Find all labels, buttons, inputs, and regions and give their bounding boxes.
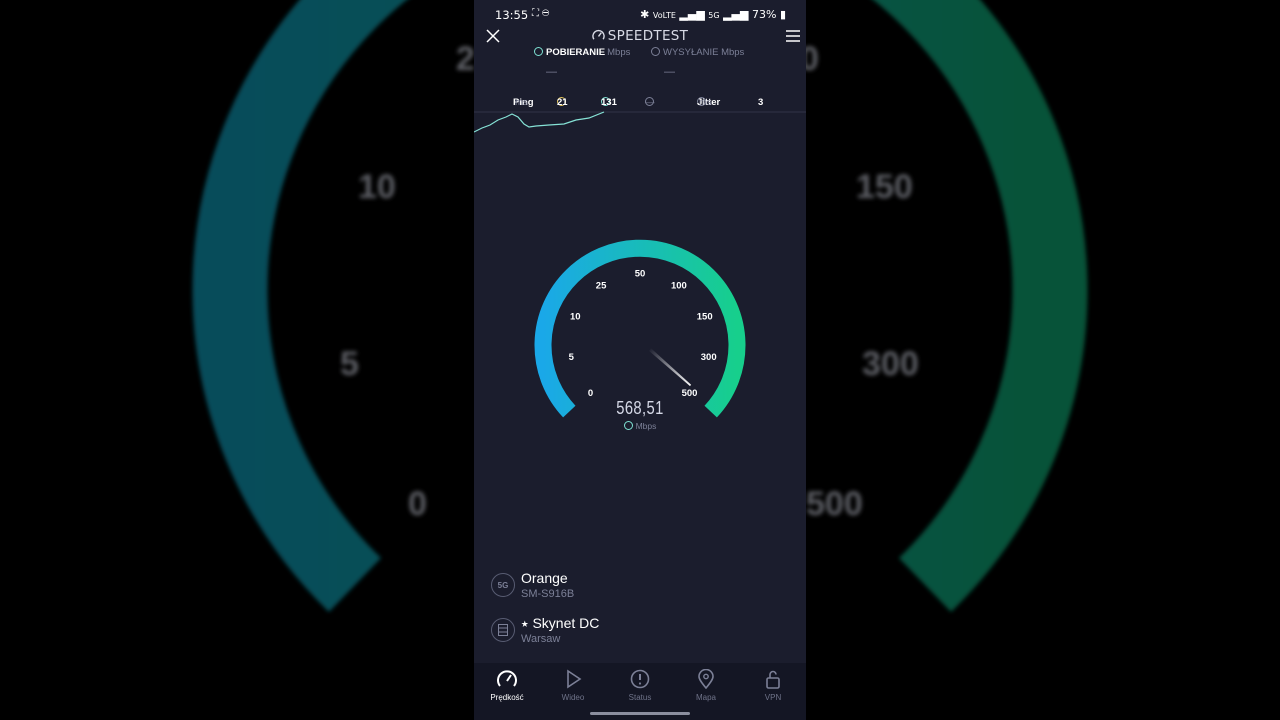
download-arrow-icon	[534, 47, 543, 56]
jitter-value: 3	[758, 97, 764, 108]
current-speed-unit: Mbps	[474, 421, 806, 431]
server-row[interactable]: ⭑ Skynet DC Warsaw	[491, 615, 791, 649]
download-value: —	[546, 66, 557, 78]
download-arrow-icon	[623, 421, 633, 430]
gauge-tick-label: 5	[569, 352, 575, 363]
app-title: SPEEDTEST	[474, 28, 806, 44]
device-model: SM-S916B	[521, 588, 575, 600]
nav-video[interactable]: Wideo	[543, 667, 603, 707]
gauge-tick-label: 300	[701, 352, 717, 363]
gauge-needle	[649, 348, 692, 387]
speedometer-icon	[497, 670, 517, 687]
gauge-tick-label: 100	[671, 280, 687, 291]
home-indicator[interactable]	[590, 712, 690, 715]
upload-value: —	[664, 66, 675, 78]
server-name: ⭑ Skynet DC	[521, 615, 600, 631]
status-time: 13:55	[495, 8, 529, 22]
bg-tick-5: 5	[340, 345, 359, 383]
bg-tick-150: 150	[856, 168, 913, 206]
nav-speed[interactable]: Prędkość	[477, 667, 537, 707]
menu-icon[interactable]	[785, 28, 801, 44]
play-icon	[567, 669, 582, 689]
favorite-star-icon: ⭑	[521, 615, 529, 631]
gauge-tick-label: 50	[635, 269, 646, 280]
bluetooth-icon: ✱	[640, 8, 650, 21]
bg-tick-500: 500	[806, 485, 863, 523]
dnd-icon: ⊖	[541, 8, 550, 19]
speedometer-logo-icon	[592, 29, 605, 40]
current-speed: 568,51	[616, 398, 664, 418]
battery-icon: ▮	[779, 8, 786, 21]
5g-tag: 5G	[708, 11, 720, 20]
gauge-tick-label: 10	[570, 312, 581, 323]
provider-row[interactable]: 5G Orange SM-S916B	[491, 570, 791, 604]
server-city: Warsaw	[521, 633, 561, 645]
nav-status[interactable]: Status	[610, 667, 670, 707]
volte-tag: VoLTE	[652, 11, 676, 20]
phone-screen: 13:55 ⛶ ⊖ ✱ VoLTE ▂▄▆ 5G ▂▄▆ 73% ▮ SPEED…	[474, 0, 806, 720]
network-5g-icon: 5G	[491, 573, 515, 597]
bg-tick-0: 0	[408, 485, 427, 523]
provider-name: Orange	[521, 570, 568, 586]
gauge-tick-label: 25	[596, 280, 607, 291]
alert-icon	[630, 669, 650, 689]
upload-label: WYSYŁANIE Mbps	[651, 47, 744, 58]
map-pin-icon	[698, 669, 714, 689]
battery-percent: 73%	[751, 8, 777, 21]
lock-icon	[766, 670, 780, 689]
server-icon	[491, 618, 515, 642]
signal-icon-2: ▂▄▆	[723, 8, 749, 21]
app-title-text: SPEEDTEST	[607, 28, 689, 44]
bg-tick-300: 300	[862, 345, 919, 383]
download-label: POBIERANIE Mbps	[534, 47, 630, 58]
bg-tick-25: 2	[456, 40, 475, 78]
notification-icons: ⛶ ⊖	[532, 8, 550, 19]
status-right: ✱ VoLTE ▂▄▆ 5G ▂▄▆ 73% ▮	[640, 8, 786, 21]
status-bar: 13:55 ⛶ ⊖ ✱ VoLTE ▂▄▆ 5G ▂▄▆ 73% ▮	[474, 0, 806, 26]
bg-tick-10: 10	[358, 168, 396, 206]
speed-graph	[474, 111, 806, 133]
signal-icon: ▂▄▆	[679, 8, 705, 21]
gauge-tick-label: 150	[697, 312, 713, 323]
nav-vpn[interactable]: VPN	[743, 667, 803, 707]
upload-arrow-icon	[651, 47, 660, 56]
nav-map[interactable]: Mapa	[676, 667, 736, 707]
